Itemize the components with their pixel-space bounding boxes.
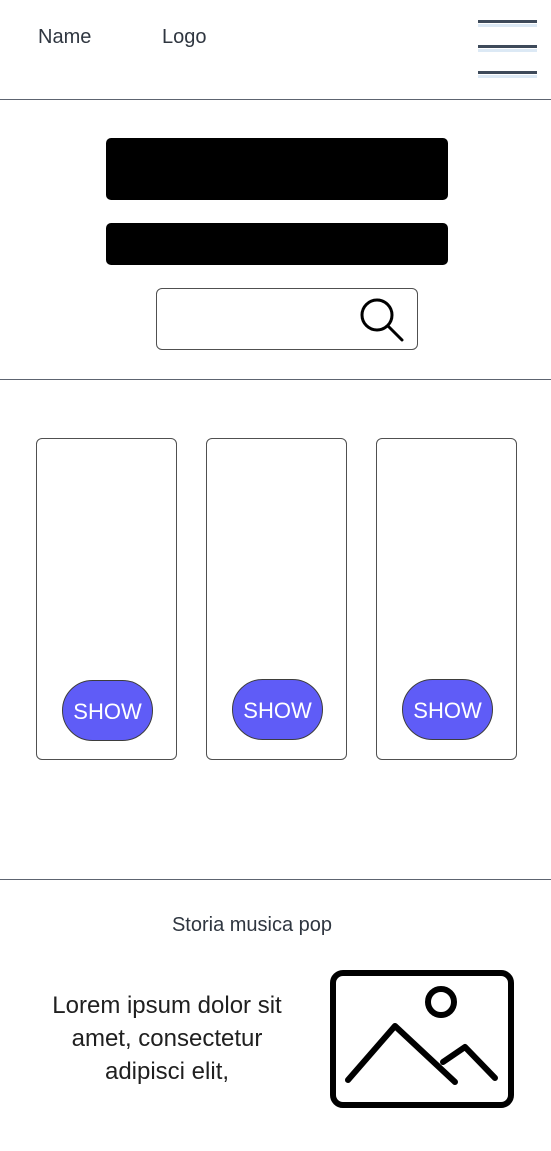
brand-name[interactable]: Name xyxy=(38,25,91,49)
hero-title-bar xyxy=(106,138,448,200)
card: SHOW xyxy=(36,438,177,760)
image-placeholder-icon xyxy=(330,970,514,1108)
show-button[interactable]: SHOW xyxy=(402,679,493,740)
show-button[interactable]: SHOW xyxy=(232,679,323,740)
section-body-text: Lorem ipsum dolor sit amet, consectetur … xyxy=(52,992,282,1085)
card: SHOW xyxy=(376,438,517,760)
card: SHOW xyxy=(206,438,347,760)
show-button[interactable]: SHOW xyxy=(62,680,153,741)
search-input[interactable] xyxy=(165,295,357,345)
section-divider xyxy=(0,879,551,880)
section-title: Storia musica pop xyxy=(171,914,333,936)
hero-subtitle-bar xyxy=(106,223,448,265)
hamburger-menu-button[interactable] xyxy=(470,12,545,84)
brand-logo[interactable]: Logo xyxy=(162,25,207,49)
search-icon[interactable] xyxy=(359,297,405,343)
